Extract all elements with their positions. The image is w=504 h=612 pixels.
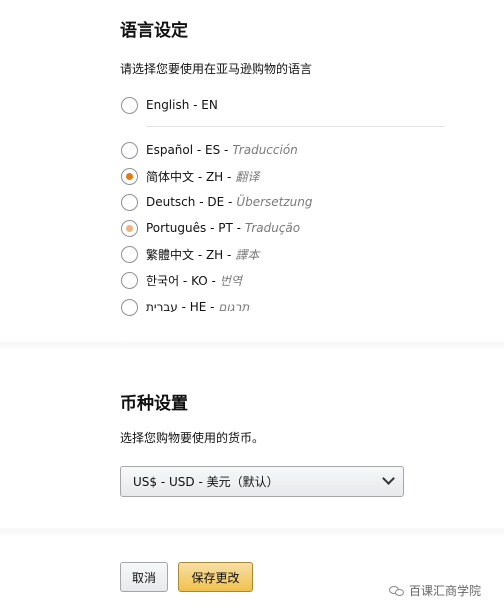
currency-section-title: 币种设置 [120,394,188,414]
radio-button[interactable] [121,96,138,114]
language-label: 한국어 - KO - [146,273,216,288]
radio-button[interactable] [121,271,138,289]
language-section-title: 语言设定 [120,21,188,41]
language-option-es[interactable]: Español - ES - Traducción [121,139,298,161]
language-translation-hint: Übersetzung [236,195,313,209]
radio-button[interactable] [121,245,138,263]
language-option-ko[interactable]: 한국어 - KO - 번역 [121,269,242,291]
language-option-zh-traditional[interactable]: 繁體中文 - ZH - 譯本 [121,243,259,265]
radio-button[interactable] [121,141,138,159]
currency-select[interactable]: US$ - USD - 美元（默认） [120,466,404,497]
language-divider [146,126,444,127]
language-option-pt[interactable]: Português - PT - Tradução [121,217,300,239]
wechat-icon [389,584,405,598]
language-label: עברית - HE - [146,300,215,314]
section-separator [0,528,504,538]
language-translation-hint: 번역 [219,273,242,288]
currency-selected-value: US$ - USD - 美元（默认） [133,475,279,489]
language-label: Português - PT - [146,221,241,235]
language-label: Español - ES - [146,143,229,157]
language-translation-hint: Traducción [232,143,298,157]
language-translation-hint: Tradução [244,221,301,235]
cancel-button[interactable]: 取消 [120,562,168,592]
language-label: 繁體中文 - ZH - [146,247,232,262]
radio-button[interactable] [121,298,138,316]
language-option-de[interactable]: Deutsch - DE - Übersetzung [121,191,313,213]
language-label: Deutsch - DE - [146,195,233,209]
radio-button[interactable] [121,193,138,211]
language-option-zh-simplified[interactable]: 简体中文 - ZH - 翻译 [121,165,259,187]
language-label: 简体中文 - ZH - [146,169,232,184]
radio-button[interactable] [121,219,138,237]
language-label: English - EN [146,98,218,112]
radio-button-selected[interactable] [121,167,138,185]
watermark: 百课汇商学院 [389,582,481,599]
language-option-en[interactable]: English - EN [121,94,218,116]
section-separator [0,342,504,352]
save-changes-button[interactable]: 保存更改 [178,562,253,592]
language-translation-hint: 譯本 [235,247,260,262]
language-option-he[interactable]: עברית - HE - תרגום [121,296,249,318]
language-translation-hint: תרגום [218,300,250,314]
chevron-down-icon [382,472,395,485]
watermark-text: 百课汇商学院 [409,584,482,598]
language-description: 请选择您要使用在亚马逊购物的语言 [120,62,313,76]
currency-description: 选择您购物要使用的货币。 [120,431,265,445]
language-translation-hint: 翻译 [235,169,260,184]
